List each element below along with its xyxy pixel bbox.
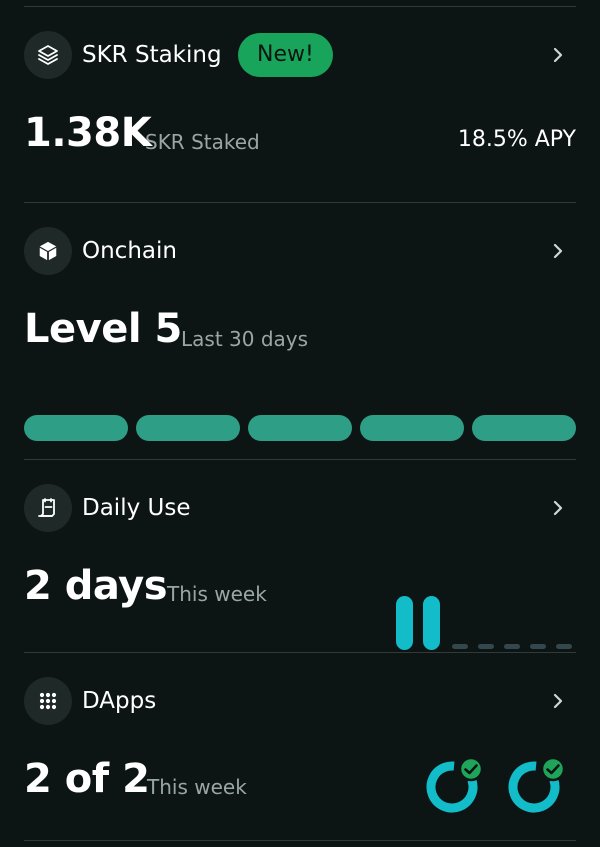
onchain-title: Onchain <box>82 238 177 264</box>
dapps-card[interactable]: DApps 2 of 2 This week <box>24 677 576 827</box>
dapp-progress-ring <box>426 756 484 813</box>
daily-use-period-label: This week <box>167 582 267 606</box>
daily-use-active-day-bar <box>396 596 413 650</box>
layers-icon <box>24 31 72 79</box>
daily-use-week-chart <box>396 594 576 650</box>
daily-use-title: Daily Use <box>82 495 191 521</box>
daily-use-inactive-day-bar <box>530 644 546 649</box>
top-divider <box>24 6 576 7</box>
divider <box>24 202 576 203</box>
daily-use-active-day-bar <box>423 596 440 650</box>
daily-use-inactive-day-bar <box>504 644 520 649</box>
bottom-divider <box>24 840 576 841</box>
level-segment <box>472 415 576 441</box>
level-segment <box>24 415 128 441</box>
chevron-right-icon[interactable] <box>548 498 568 518</box>
level-segment <box>248 415 352 441</box>
dapps-period-label: This week <box>147 775 247 799</box>
chevron-right-icon[interactable] <box>548 45 568 65</box>
daily-use-value: 2 days <box>24 563 168 609</box>
chevron-right-icon[interactable] <box>548 241 568 261</box>
daily-use-inactive-day-bar <box>452 644 468 649</box>
level-segment <box>136 415 240 441</box>
skr-staked-value: 1.38K <box>24 110 152 156</box>
check-icon <box>458 756 484 782</box>
daily-use-inactive-day-bar <box>478 644 494 649</box>
skr-staking-card[interactable]: SKR Staking New! 1.38K SKR Staked 18.5% … <box>24 31 576 171</box>
check-icon <box>540 756 566 782</box>
dapp-progress-ring <box>508 756 566 813</box>
cube-icon <box>24 227 72 275</box>
onchain-header[interactable]: Onchain <box>24 227 576 275</box>
apy-value: 18.5% APY <box>457 127 576 152</box>
dapps-completion-rings <box>424 753 576 817</box>
grid-icon <box>24 677 72 725</box>
dapps-title: DApps <box>82 688 157 714</box>
daily-use-inactive-day-bar <box>556 644 572 649</box>
level-period-label: Last 30 days <box>181 327 309 351</box>
chevron-right-icon[interactable] <box>548 691 568 711</box>
skr-staking-title: SKR Staking <box>82 42 222 68</box>
onchain-card[interactable]: Onchain Level 5 Last 30 days <box>24 227 576 447</box>
skr-staked-label: SKR Staked <box>145 130 260 154</box>
level-progress-bar <box>24 415 576 441</box>
divider <box>24 459 576 460</box>
new-badge: New! <box>238 33 333 77</box>
calendar-icon <box>24 484 72 532</box>
level-segment <box>360 415 464 441</box>
level-value: Level 5 <box>24 306 182 352</box>
divider <box>24 652 576 653</box>
skr-staking-header[interactable]: SKR Staking New! <box>24 31 576 79</box>
dapps-value: 2 of 2 <box>24 756 150 802</box>
daily-use-card[interactable]: Daily Use 2 days This week <box>24 484 576 650</box>
daily-use-header[interactable]: Daily Use <box>24 484 576 532</box>
dapps-header[interactable]: DApps <box>24 677 576 725</box>
